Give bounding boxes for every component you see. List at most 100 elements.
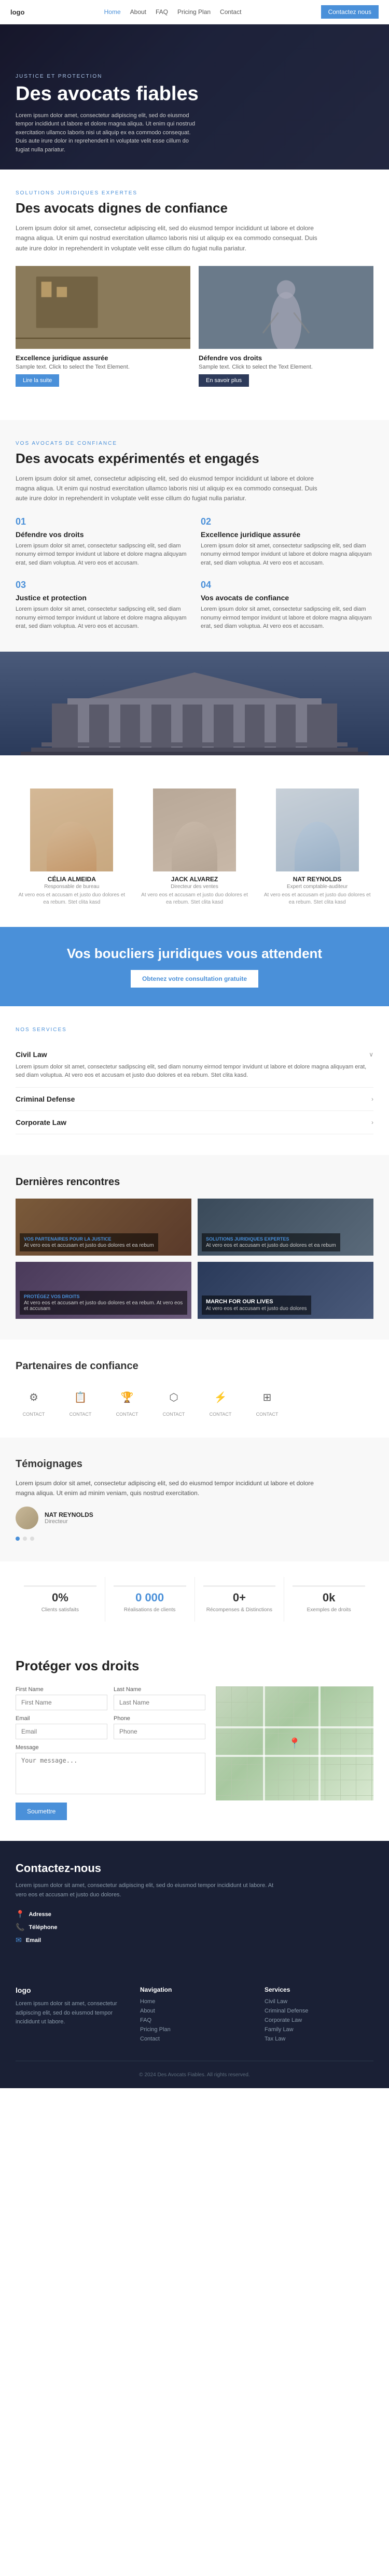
services-label: NOS SERVICES [16, 1027, 373, 1033]
email-group: Email [16, 1715, 107, 1739]
testimonials-section: Témoignages Lorem ipsum dolor sit amet, … [0, 1438, 389, 1561]
team-photo-2 [153, 789, 236, 871]
stat-label-2: Réalisations de clients [114, 1607, 186, 1613]
phone-icon: 📞 [16, 1923, 24, 1932]
footer-service-3[interactable]: Corporate Law [265, 2017, 373, 2023]
dot-1[interactable] [16, 1537, 20, 1541]
footer-service-2[interactable]: Criminal Defense [265, 2008, 373, 2014]
news-tag-4: MARCH FOR OUR LIVES [206, 1299, 307, 1305]
lawyers-desc: Lorem ipsum dolor sit amet, consectetur … [16, 474, 327, 504]
solutions-images: Excellence juridique assurée Sample text… [16, 266, 373, 387]
contact-layout: First Name Last Name Email Phone [16, 1686, 373, 1820]
nav-contact[interactable]: Contact [220, 8, 241, 16]
footer-bottom: © 2024 Des Avocats Fiables. All rights r… [16, 2061, 373, 2078]
footer-service-4[interactable]: Family Law [265, 2026, 373, 2033]
service-item-2: Criminal Defense › [16, 1088, 373, 1111]
solutions-section: SOLUTIONS JURIDIQUES EXPERTES Des avocat… [0, 170, 389, 420]
img1-svg [16, 266, 190, 349]
news-card-4[interactable]: MARCH FOR OUR LIVES At vero eos et accus… [198, 1262, 373, 1319]
partner-name-2: CONTACT [62, 1412, 99, 1417]
footer-col-2: Navigation Home About FAQ Pricing Plan C… [140, 1986, 249, 2045]
partner-name-1: CONTACT [16, 1412, 52, 1417]
dot-3[interactable] [30, 1537, 34, 1541]
footer-link-4[interactable]: Pricing Plan [140, 2026, 249, 2033]
author-avatar [16, 1507, 38, 1529]
contactez-address-label: Adresse [29, 1911, 51, 1918]
last-name-input[interactable] [114, 1695, 205, 1710]
footer-logo: logo [16, 1986, 124, 1994]
nav-cta-button[interactable]: Contactez nous [321, 5, 379, 19]
footer-col-3: Services Civil Law Criminal Defense Corp… [265, 1986, 373, 2045]
service-header-3[interactable]: Corporate Law › [16, 1118, 373, 1127]
nav-faq[interactable]: FAQ [156, 8, 168, 16]
service-item-3: Corporate Law › [16, 1111, 373, 1134]
partner-6: ⊞ CONTACT [249, 1385, 285, 1417]
lawyer-num-3: 03 [16, 580, 188, 590]
phone-input[interactable] [114, 1724, 205, 1739]
nav-about[interactable]: About [130, 8, 146, 16]
nav-pricing[interactable]: Pricing Plan [177, 8, 211, 16]
news-card-2[interactable]: Solutions juridiques expertes At vero eo… [198, 1199, 373, 1256]
contactez-address-row: 📍 Adresse [16, 1910, 373, 1919]
lawyer-item-2: 02 Excellence juridique assurée Lorem ip… [201, 516, 373, 568]
lawyer-desc-1: Lorem ipsum dolor sit amet, consectetur … [16, 542, 188, 568]
footer-link-5[interactable]: Contact [140, 2036, 249, 2042]
footer-desc: Lorem ipsum dolor sit amet, consectetur … [16, 2000, 124, 2027]
contactez-details: 📍 Adresse 📞 Téléphone ✉ Email [16, 1910, 373, 1945]
footer-link-1[interactable]: Home [140, 1998, 249, 2005]
dot-2[interactable] [23, 1537, 27, 1541]
silhouette-2 [172, 822, 217, 871]
news-tag-1: Vos partenaires pour la justice [24, 1236, 154, 1242]
lawyer-desc-3: Lorem ipsum dolor sit amet, consectetur … [16, 605, 188, 631]
service-desc-1: Lorem ipsum dolor sit amet, consectetur … [16, 1063, 373, 1080]
partners-grid: ⚙ CONTACT 📋 CONTACT 🏆 CONTACT ⬡ CONTACT … [16, 1385, 373, 1417]
news-tag-2: Solutions juridiques expertes [206, 1236, 336, 1242]
map-road-v-1 [263, 1686, 265, 1800]
testimonial-author: NAT REYNOLDS Directeur [16, 1507, 373, 1529]
map-road-v-2 [318, 1686, 321, 1800]
contactez-email-row: ✉ Email [16, 1936, 373, 1945]
banner-cta-button[interactable]: Obtenez votre consultation gratuite [131, 970, 258, 988]
blue-banner: Vos boucliers juridiques vous attendent … [0, 927, 389, 1006]
team-grid: CÉLIA ALMEIDA Responsable de bureau At v… [16, 789, 373, 906]
lawyers-title: Des avocats expérimentés et engagés [16, 451, 373, 467]
partner-5: ⚡ CONTACT [202, 1385, 239, 1417]
partners-title: Partenaires de confiance [16, 1360, 373, 1372]
news-card-1[interactable]: Vos partenaires pour la justice At vero … [16, 1199, 191, 1256]
lawyer-item-3: 03 Justice et protection Lorem ipsum dol… [16, 580, 188, 631]
map-road-h-1 [216, 1726, 373, 1728]
footer-link-3[interactable]: FAQ [140, 2017, 249, 2023]
partner-icon-3: 🏆 [109, 1385, 145, 1411]
message-textarea[interactable] [16, 1753, 205, 1794]
hero-description: Lorem ipsum dolor amet, consectetur adip… [16, 111, 202, 154]
lawyer-num-4: 04 [201, 580, 373, 590]
nav-home[interactable]: Home [104, 8, 121, 16]
footer-service-5[interactable]: Tax Law [265, 2036, 373, 2042]
submit-button[interactable]: Soumettre [16, 1803, 67, 1820]
lawyer-item-4: 04 Vos avocats de confiance Lorem ipsum … [201, 580, 373, 631]
lawyer-num-2: 02 [201, 516, 373, 527]
form-row-1: First Name Last Name [16, 1686, 205, 1710]
message-label: Message [16, 1744, 205, 1751]
proteger-section: Protéger vos droits First Name Last Name… [0, 1637, 389, 1841]
solutions-img-placeholder-1 [16, 266, 190, 349]
footer-grid: logo Lorem ipsum dolor sit amet, consect… [16, 1986, 373, 2045]
author-name: NAT REYNOLDS [45, 1511, 93, 1518]
partner-icon-1: ⚙ [16, 1385, 52, 1411]
footer-service-1[interactable]: Civil Law [265, 1998, 373, 2005]
news-card-3[interactable]: Protégez vos droits At vero eos et accus… [16, 1262, 191, 1319]
silhouette-3 [295, 822, 340, 871]
lawyer-title-4: Vos avocats de confiance [201, 594, 373, 602]
testimonials-title: Témoignages [16, 1458, 373, 1470]
img1-btn[interactable]: Lire la suite [16, 374, 59, 387]
solutions-title: Des avocats dignes de confiance [16, 200, 373, 216]
img2-btn[interactable]: En savoir plus [199, 374, 249, 387]
email-label: Email [16, 1715, 107, 1722]
footer-col2-title: Navigation [140, 1986, 249, 1993]
service-header-1[interactable]: Civil Law ∨ [16, 1050, 373, 1059]
service-header-2[interactable]: Criminal Defense › [16, 1095, 373, 1103]
lawyers-grid: 01 Défendre vos droits Lorem ipsum dolor… [16, 516, 373, 631]
footer-link-2[interactable]: About [140, 2008, 249, 2014]
first-name-input[interactable] [16, 1695, 107, 1710]
email-input[interactable] [16, 1724, 107, 1739]
